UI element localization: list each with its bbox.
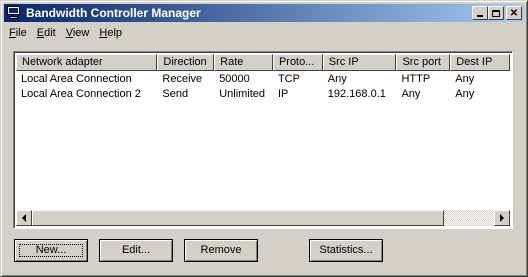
cell-src-ip: 192.168.0.1 xyxy=(327,88,386,100)
edit-button-label: Edit... xyxy=(121,244,151,256)
cell-direction: Send xyxy=(162,88,189,100)
column-header-direction[interactable]: Direction xyxy=(157,54,215,71)
scroll-left-button[interactable] xyxy=(16,210,32,226)
cell-src-port: Any xyxy=(401,88,421,100)
minimize-icon xyxy=(477,15,483,17)
scroll-track[interactable] xyxy=(32,210,494,226)
new-button[interactable]: New... xyxy=(14,239,88,262)
list-header: Network adapter Direction Rate Proto... … xyxy=(16,54,511,71)
cell-protocol: TCP xyxy=(277,73,300,85)
cell-src-ip: Any xyxy=(327,73,347,85)
cell-rate: Unlimited xyxy=(219,88,266,100)
cell-network-adapter: Local Area Connection xyxy=(21,73,132,85)
edit-button[interactable]: Edit... xyxy=(99,239,173,262)
statistics-button[interactable]: Statistics... xyxy=(309,239,383,262)
menu-edit[interactable]: Edit xyxy=(32,27,61,39)
maximize-icon xyxy=(492,9,500,17)
column-header-network-adapter[interactable]: Network adapter xyxy=(16,54,158,71)
menu-help[interactable]: Help xyxy=(94,27,127,39)
arrow-left-icon xyxy=(22,214,26,222)
scroll-thumb[interactable] xyxy=(32,210,444,226)
column-header-dest-ip[interactable]: Dest IP xyxy=(450,54,511,71)
network-monitor-icon xyxy=(6,6,22,20)
cell-direction: Receive xyxy=(162,73,203,85)
horizontal-scrollbar[interactable] xyxy=(16,210,510,226)
maximize-button[interactable] xyxy=(488,6,504,20)
column-header-protocol[interactable]: Proto... xyxy=(272,54,323,71)
column-header-src-ip[interactable]: Src IP xyxy=(322,54,397,71)
column-header-src-port[interactable]: Src port xyxy=(396,54,451,71)
scroll-right-button[interactable] xyxy=(494,210,510,226)
table-row[interactable]: Local Area Connection Receive 50000 TCP … xyxy=(16,72,510,87)
window-title: Bandwidth Controller Manager xyxy=(26,6,201,20)
focus-rectangle xyxy=(19,244,83,257)
column-header-rate[interactable]: Rate xyxy=(214,54,273,71)
remove-button[interactable]: Remove xyxy=(184,239,258,262)
close-icon: ✕ xyxy=(509,7,519,19)
menu-file[interactable]: File xyxy=(4,27,32,39)
title-bar[interactable]: Bandwidth Controller Manager ✕ xyxy=(4,4,524,22)
close-button[interactable]: ✕ xyxy=(506,6,522,20)
cell-dest-ip: Any xyxy=(455,88,475,100)
cell-dest-ip: Any xyxy=(455,73,475,85)
remove-button-label: Remove xyxy=(200,244,242,256)
statistics-button-label: Statistics... xyxy=(319,244,373,256)
cell-src-port: HTTP xyxy=(401,73,431,85)
minimize-button[interactable] xyxy=(472,6,488,20)
arrow-right-icon xyxy=(500,214,504,222)
cell-rate: 50000 xyxy=(219,73,250,85)
menu-view[interactable]: View xyxy=(61,27,95,39)
table-row[interactable]: Local Area Connection 2 Send Unlimited I… xyxy=(16,87,510,102)
cell-network-adapter: Local Area Connection 2 xyxy=(21,88,141,100)
menu-bar: File Edit View Help xyxy=(4,24,127,42)
rules-list[interactable]: Network adapter Direction Rate Proto... … xyxy=(13,51,513,229)
cell-protocol: IP xyxy=(277,88,289,100)
